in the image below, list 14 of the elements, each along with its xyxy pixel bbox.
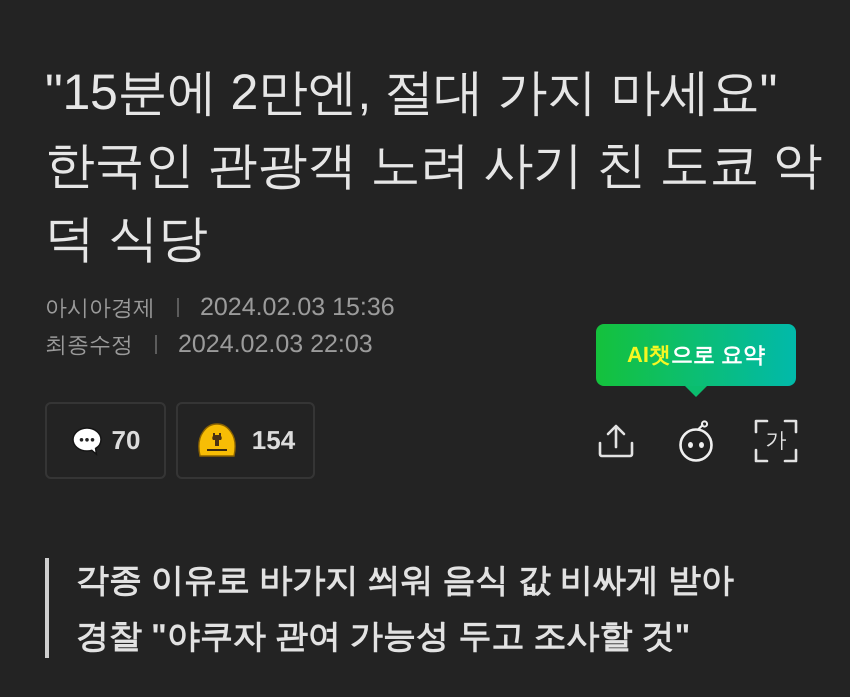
meta-label: 아시아경제 — [45, 294, 155, 322]
speech-bubble-icon — [70, 426, 103, 456]
comments-button[interactable]: 70 — [45, 402, 166, 479]
share-icon — [597, 422, 635, 458]
meta-datetime: 2024.02.03 22:03 — [178, 330, 373, 359]
meta-label: 최종수정 — [45, 330, 133, 358]
reaction-button[interactable]: 154 — [176, 402, 315, 479]
subheadline-line: 각종 이유로 바가지 씌워 음식 값 비싸게 받아 — [76, 560, 736, 600]
translate-button[interactable]: 가 — [754, 418, 798, 462]
article-headline: "15분에 2만엔, 절대 가지 마세요" 한국인 관광객 노려 사기 친 도쿄 악덕 식당 — [45, 63, 824, 268]
subheadline-line: 경찰 "야쿠자 관여 가능성 두고 조사할 것" — [76, 616, 692, 656]
emoji-icon — [196, 422, 238, 460]
meta-datetime: 2024.02.03 15:36 — [200, 293, 395, 322]
corner-brackets-icon — [754, 418, 798, 462]
